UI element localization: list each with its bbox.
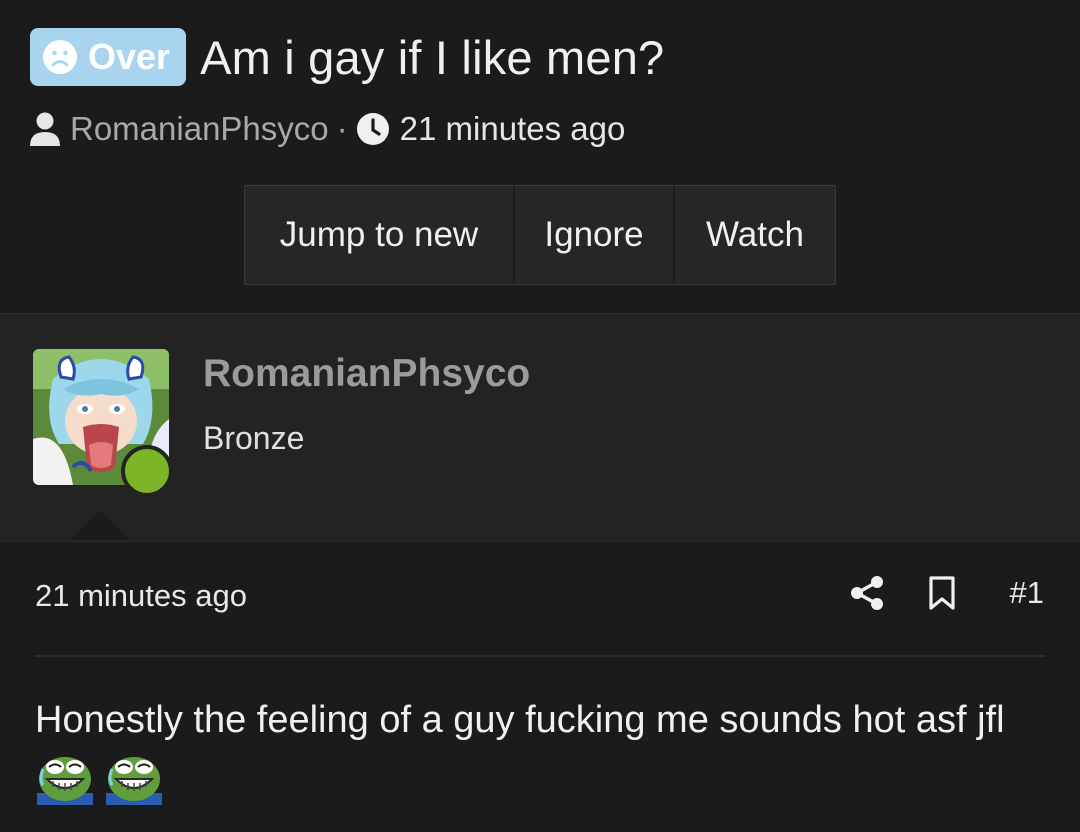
post-body-text: Honestly the feeling of a guy fucking me… [35, 699, 1005, 741]
thread-header: Over Am i gay if I like men? RomanianPhs… [0, 0, 1080, 313]
message-divider [35, 655, 1045, 657]
watch-button[interactable]: Watch [673, 186, 835, 284]
post-user-block [0, 313, 1080, 541]
thread-time-link[interactable]: 21 minutes ago [400, 110, 626, 148]
post-actions: #1 [850, 575, 1044, 611]
thread-author-link[interactable]: RomanianPhsyco [70, 110, 329, 148]
post-time-link[interactable]: 21 minutes ago [35, 578, 247, 614]
prefix-label: Over [88, 36, 171, 77]
title-row: Over Am i gay if I like men? [30, 28, 664, 86]
thread-meta: RomanianPhsyco · 21 minutes ago [28, 110, 625, 148]
message-arrow [70, 510, 130, 540]
bookmark-icon[interactable] [928, 576, 956, 610]
user-icon [30, 112, 60, 146]
sad-face-icon [43, 40, 77, 74]
thread-page: Over Am i gay if I like men? RomanianPhs… [0, 0, 1080, 832]
post-username-link[interactable]: RomanianPhsyco [203, 352, 530, 396]
prefix-badge[interactable]: Over [30, 28, 187, 86]
jump-to-new-button[interactable]: Jump to new [245, 186, 513, 284]
meta-separator: · [336, 110, 348, 147]
post-number-link[interactable]: #1 [1010, 575, 1044, 611]
online-status-indicator [121, 445, 173, 497]
thread-button-group: Jump to new Ignore Watch [244, 185, 836, 285]
post-body: Honestly the feeling of a guy fucking me… [35, 692, 1045, 806]
ignore-button[interactable]: Ignore [513, 186, 673, 284]
share-icon[interactable] [850, 575, 884, 611]
clock-icon [356, 113, 389, 145]
thread-title: Am i gay if I like men? [200, 30, 665, 84]
laughing-crying-pepe-icon [105, 757, 162, 805]
avatar-wrap [33, 349, 173, 497]
laughing-crying-pepe-icon [37, 757, 93, 805]
user-title: Bronze [203, 420, 305, 456]
